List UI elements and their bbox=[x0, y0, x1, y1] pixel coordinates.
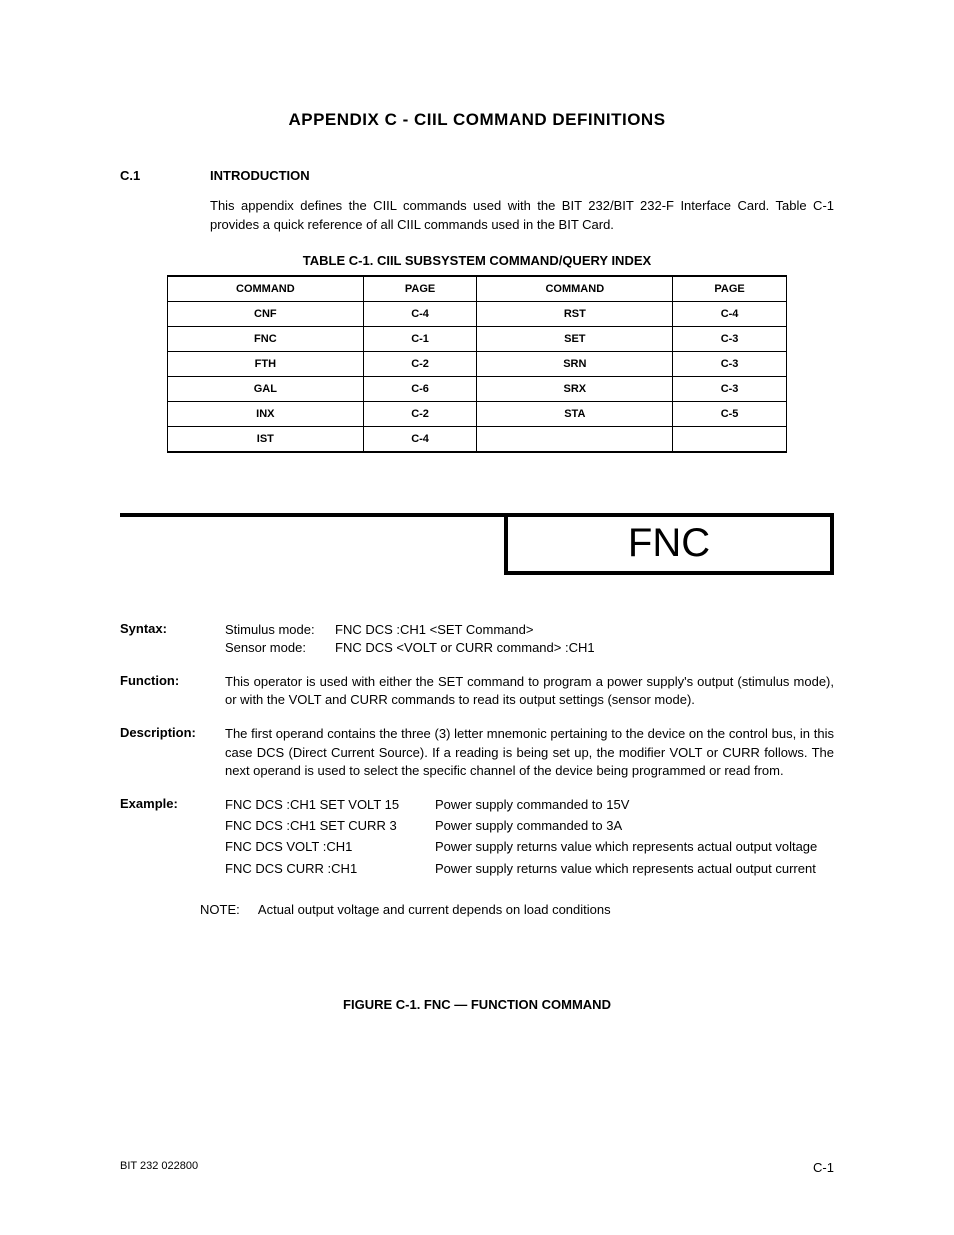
table-cell: C-3 bbox=[673, 376, 787, 401]
example-command: FNC DCS VOLT :CH1 bbox=[225, 838, 415, 856]
table-cell: CNF bbox=[168, 301, 364, 326]
fnc-title-box: FNC bbox=[504, 513, 834, 575]
section-heading: INTRODUCTION bbox=[210, 168, 310, 183]
table-header-cell: COMMAND bbox=[477, 276, 673, 302]
function-body: This operator is used with either the SE… bbox=[225, 673, 834, 709]
table-row: CNF C-4 RST C-4 bbox=[168, 301, 787, 326]
table-row: GAL C-6 SRX C-3 bbox=[168, 376, 787, 401]
table-row: IST C-4 bbox=[168, 426, 787, 452]
table-header-row: COMMAND PAGE COMMAND PAGE bbox=[168, 276, 787, 302]
table-cell: SRN bbox=[477, 351, 673, 376]
table-cell: GAL bbox=[168, 376, 364, 401]
table-cell: C-6 bbox=[363, 376, 477, 401]
example-body: FNC DCS :CH1 SET VOLT 15 Power supply co… bbox=[225, 796, 834, 878]
table-cell: C-2 bbox=[363, 351, 477, 376]
table-cell bbox=[477, 426, 673, 452]
page-number: C-1 bbox=[813, 1160, 834, 1175]
table-cell: C-4 bbox=[363, 301, 477, 326]
table-cell: C-3 bbox=[673, 326, 787, 351]
table-cell: C-5 bbox=[673, 401, 787, 426]
example-description: Power supply commanded to 3A bbox=[435, 817, 834, 835]
syntax-row: Syntax: Stimulus mode: FNC DCS :CH1 <SET… bbox=[120, 621, 834, 657]
command-table: COMMAND PAGE COMMAND PAGE CNF C-4 RST C-… bbox=[167, 275, 787, 453]
table-cell: C-1 bbox=[363, 326, 477, 351]
example-command: FNC DCS CURR :CH1 bbox=[225, 860, 415, 878]
syntax-mode-label: Stimulus mode: bbox=[225, 621, 335, 639]
table-caption: TABLE C-1. CIIL SUBSYSTEM COMMAND/QUERY … bbox=[120, 253, 834, 268]
note-text: Actual output voltage and current depend… bbox=[258, 902, 611, 917]
table-cell: RST bbox=[477, 301, 673, 326]
table-cell: FNC bbox=[168, 326, 364, 351]
table-cell bbox=[673, 426, 787, 452]
note-label: NOTE: bbox=[200, 902, 255, 917]
table-row: FNC C-1 SET C-3 bbox=[168, 326, 787, 351]
example-description: Power supply returns value which represe… bbox=[435, 860, 834, 878]
syntax-body: Stimulus mode: FNC DCS :CH1 <SET Command… bbox=[225, 621, 834, 657]
table-cell: FTH bbox=[168, 351, 364, 376]
example-description: Power supply returns value which represe… bbox=[435, 838, 834, 856]
table-header-cell: PAGE bbox=[673, 276, 787, 302]
table-cell: C-4 bbox=[673, 301, 787, 326]
table-header-cell: COMMAND bbox=[168, 276, 364, 302]
page-title: APPENDIX C - CIIL COMMAND DEFINITIONS bbox=[120, 110, 834, 130]
example-description: Power supply commanded to 15V bbox=[435, 796, 834, 814]
syntax-mode-label: Sensor mode: bbox=[225, 639, 335, 657]
table-cell: INX bbox=[168, 401, 364, 426]
example-command: FNC DCS :CH1 SET VOLT 15 bbox=[225, 796, 415, 814]
table-cell: C-2 bbox=[363, 401, 477, 426]
section-heading-row: C.1 INTRODUCTION bbox=[120, 168, 834, 183]
intro-paragraph: This appendix defines the CIIL commands … bbox=[210, 197, 834, 235]
table-cell: IST bbox=[168, 426, 364, 452]
table-cell: STA bbox=[477, 401, 673, 426]
table-cell: SRX bbox=[477, 376, 673, 401]
section-number: C.1 bbox=[120, 168, 170, 183]
fnc-header-row: FNC bbox=[120, 513, 834, 575]
syntax-value: FNC DCS :CH1 <SET Command> bbox=[335, 621, 533, 639]
page-footer: BIT 232 022800 C-1 bbox=[120, 1160, 834, 1175]
description-row: Description: The first operand contains … bbox=[120, 725, 834, 780]
fnc-command-block: FNC Syntax: Stimulus mode: FNC DCS :CH1 … bbox=[120, 513, 834, 1012]
description-body: The first operand contains the three (3)… bbox=[225, 725, 834, 780]
example-command: FNC DCS :CH1 SET CURR 3 bbox=[225, 817, 415, 835]
table-cell: C-4 bbox=[363, 426, 477, 452]
table-header-cell: PAGE bbox=[363, 276, 477, 302]
description-label: Description: bbox=[120, 725, 205, 780]
example-label: Example: bbox=[120, 796, 205, 878]
example-row: Example: FNC DCS :CH1 SET VOLT 15 Power … bbox=[120, 796, 834, 878]
function-label: Function: bbox=[120, 673, 205, 709]
syntax-label: Syntax: bbox=[120, 621, 205, 657]
note-row: NOTE: Actual output voltage and current … bbox=[200, 902, 834, 917]
figure-caption: FIGURE C-1. FNC — FUNCTION COMMAND bbox=[120, 997, 834, 1012]
fnc-divider-bar bbox=[120, 513, 504, 575]
table-cell: SET bbox=[477, 326, 673, 351]
syntax-value: FNC DCS <VOLT or CURR command> :CH1 bbox=[335, 639, 595, 657]
footer-left: BIT 232 022800 bbox=[120, 1160, 198, 1175]
table-cell: C-3 bbox=[673, 351, 787, 376]
table-row: FTH C-2 SRN C-3 bbox=[168, 351, 787, 376]
table-row: INX C-2 STA C-5 bbox=[168, 401, 787, 426]
function-row: Function: This operator is used with eit… bbox=[120, 673, 834, 709]
